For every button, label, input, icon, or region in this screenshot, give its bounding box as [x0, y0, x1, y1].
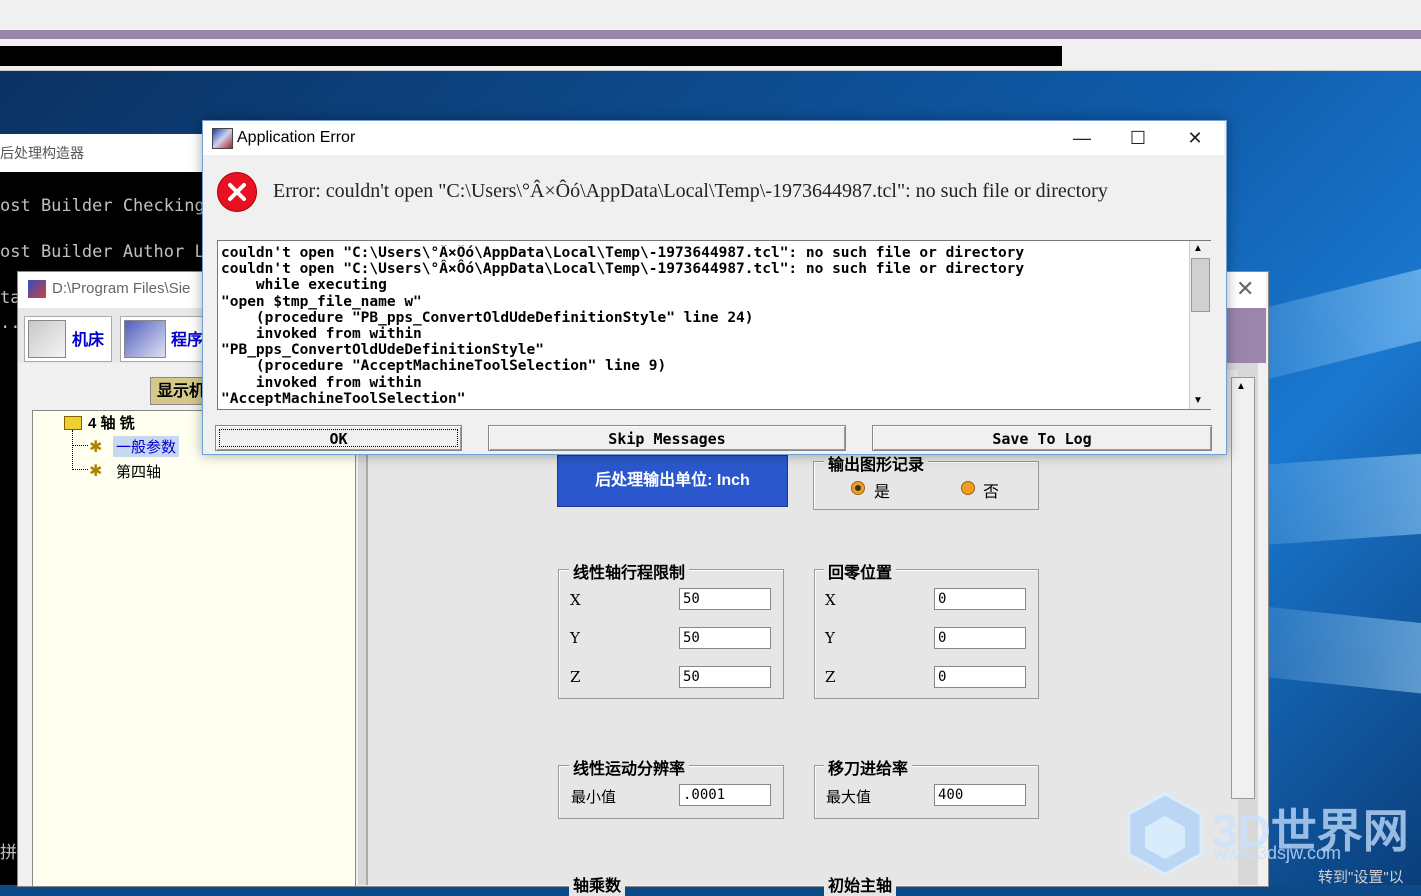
console-line: ost Builder Checking [0, 196, 205, 216]
close-icon[interactable]: ✕ [1236, 276, 1254, 302]
minimize-icon[interactable]: — [1059, 124, 1105, 152]
tree-line [72, 430, 74, 470]
program-icon [124, 320, 166, 358]
output-unit-button[interactable]: 后处理输出单位: Inch [557, 455, 788, 507]
parameter-tree [32, 410, 356, 887]
z-label: Z [825, 668, 836, 686]
close-icon[interactable]: ✕ [1172, 124, 1218, 152]
app-icon [28, 280, 46, 298]
axis-multiplier-title: 轴乘数 [569, 872, 626, 896]
scroll-up-icon[interactable]: ▲ [1193, 243, 1203, 254]
gear-icon: ✱ [89, 439, 103, 456]
tree-line [72, 445, 88, 447]
min-label: 最小值 [571, 789, 617, 806]
top-accent-line [0, 30, 1421, 39]
scroll-up-icon[interactable]: ▲ [1236, 381, 1246, 392]
initial-spindle-title: 初始主轴 [824, 872, 897, 896]
show-button[interactable]: 显示机 [150, 377, 208, 405]
resolution-min-input[interactable]: .0001 [679, 784, 771, 806]
traverse-max-input[interactable]: 400 [934, 784, 1026, 806]
home-y-input[interactable]: 0 [934, 627, 1026, 649]
error-message: Error: couldn't open "C:\Users\°Â×Ôó\App… [273, 180, 1108, 202]
radio-no-label: 否 [983, 484, 1000, 501]
scroll-down-icon[interactable]: ▼ [1193, 395, 1203, 406]
home-position-title: 回零位置 [824, 559, 897, 583]
radio-yes[interactable] [851, 481, 865, 495]
tree-item-general[interactable]: 一般参数 [113, 436, 180, 457]
error-details-text: couldn't open "C:\Users\°Â×Ôó\AppData\Lo… [221, 245, 1025, 407]
save-to-log-button[interactable]: Save To Log [872, 425, 1212, 451]
dialog-title: Application Error [237, 129, 356, 146]
maximize-icon[interactable]: ☐ [1115, 124, 1161, 152]
max-label: 最大值 [826, 789, 872, 806]
scroll-thumb[interactable] [1191, 258, 1210, 312]
radio-yes-label: 是 [874, 484, 891, 501]
console-line: 拼 [0, 843, 17, 863]
radio-no[interactable] [961, 481, 975, 495]
ok-button[interactable]: OK [215, 425, 462, 451]
vertical-scrollbar[interactable] [1231, 377, 1255, 799]
x-label: X [570, 591, 581, 609]
folder-icon [64, 416, 82, 430]
app-icon [212, 128, 233, 149]
tree-item-fourth-axis[interactable]: 第四轴 [116, 461, 161, 482]
y-label: Y [825, 629, 835, 647]
tree-root[interactable]: 4 轴 铣 [88, 412, 135, 433]
gear-icon: ✱ [89, 463, 103, 480]
error-icon [217, 172, 257, 212]
travel-x-input[interactable]: 50 [679, 588, 771, 610]
watermark-url: www.3dsjw.com [1214, 843, 1342, 863]
machine-icon [28, 320, 66, 358]
skip-messages-button[interactable]: Skip Messages [488, 425, 846, 451]
black-bar [0, 46, 1062, 66]
y-label: Y [570, 629, 580, 647]
home-z-input[interactable]: 0 [934, 666, 1026, 688]
z-label: Z [570, 668, 581, 686]
program-tab-label: 程序 [171, 332, 204, 349]
resolution-title: 线性运动分辨率 [569, 755, 690, 779]
post-builder-title: D:\Program Files\Sie [52, 280, 191, 297]
tree-line [72, 469, 88, 471]
machine-tab-label: 机床 [72, 332, 105, 349]
watermark-logo [1125, 790, 1205, 876]
status-text: 转到"设置"以 [1318, 869, 1404, 886]
console-line: ost Builder Author L [0, 242, 205, 262]
x-label: X [825, 591, 836, 609]
travel-z-input[interactable]: 50 [679, 666, 771, 688]
console-title: 后处理构造器 [0, 134, 210, 172]
travel-limits-title: 线性轴行程限制 [569, 559, 690, 583]
travel-y-input[interactable]: 50 [679, 627, 771, 649]
home-x-input[interactable]: 0 [934, 588, 1026, 610]
traverse-feed-title: 移刀进给率 [824, 755, 913, 779]
